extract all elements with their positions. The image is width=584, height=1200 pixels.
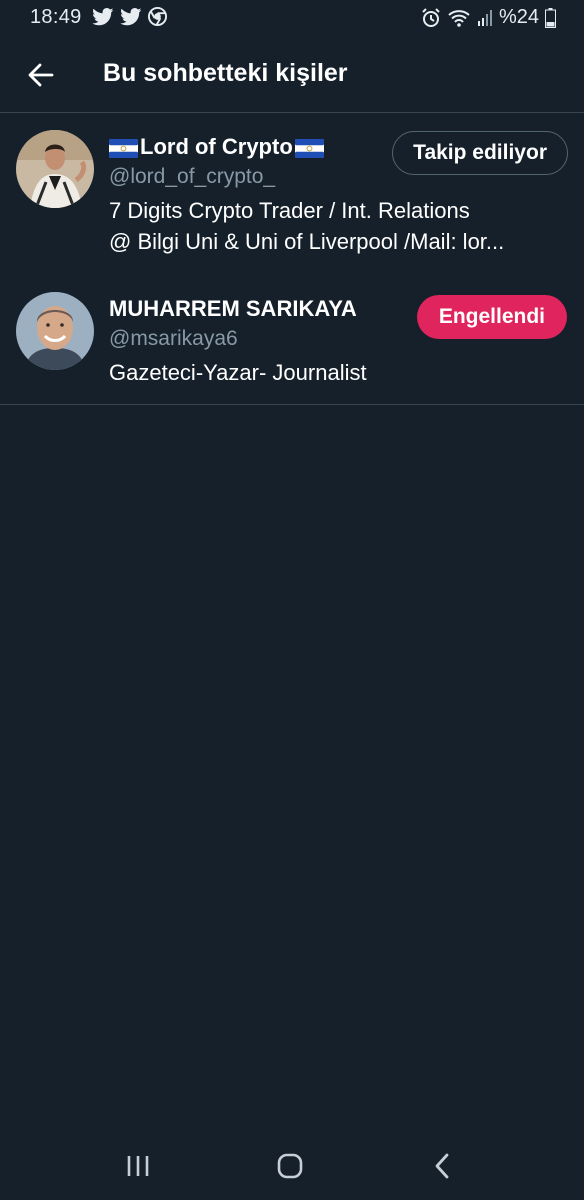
status-bar: 18:49 %24 bbox=[0, 0, 584, 36]
bio-line: 7 Digits Crypto Trader / Int. Relations bbox=[109, 198, 470, 223]
battery-icon bbox=[545, 7, 556, 28]
el-salvador-flag-icon bbox=[294, 138, 324, 158]
list-item[interactable]: Lord of Crypto @lord_of_crypto_ 7 Digits… bbox=[0, 113, 584, 275]
blocked-button[interactable]: Engellendi bbox=[416, 295, 567, 339]
signal-icon bbox=[477, 9, 493, 27]
avatar[interactable] bbox=[16, 130, 94, 208]
system-nav-bar bbox=[0, 1130, 584, 1200]
el-salvador-flag-icon bbox=[109, 138, 138, 158]
following-button[interactable]: Takip ediliyor bbox=[392, 131, 568, 175]
battery-percent: %24 bbox=[498, 6, 539, 28]
chrome-icon bbox=[148, 7, 167, 26]
screen: 18:49 %24 Bu sohbetteki kişiler Lord of … bbox=[0, 0, 584, 1200]
twitter-icon bbox=[92, 7, 114, 26]
user-bio: 7 Digits Crypto Trader / Int. Relations … bbox=[109, 195, 569, 257]
back-button[interactable] bbox=[22, 56, 60, 94]
wifi-icon bbox=[447, 8, 471, 28]
notification-icons bbox=[92, 7, 167, 26]
system-back-button[interactable] bbox=[422, 1148, 462, 1184]
twitter-icon bbox=[120, 7, 142, 26]
arrow-left-icon bbox=[28, 63, 54, 87]
top-app-bar: Bu sohbetteki kişiler bbox=[0, 40, 584, 112]
bio-line: @ Bilgi Uni & Uni of Liverpool /Mail: lo… bbox=[109, 229, 505, 254]
back-icon bbox=[435, 1153, 449, 1179]
system-status: %24 bbox=[421, 6, 556, 29]
alarm-icon bbox=[421, 7, 441, 28]
list-item[interactable]: MUHARREM SARIKAYA @msarikaya6 Gazeteci-Y… bbox=[0, 275, 584, 405]
home-icon bbox=[277, 1153, 303, 1179]
page-title: Bu sohbetteki kişiler bbox=[103, 59, 348, 87]
user-display-name[interactable]: MUHARREM SARIKAYA bbox=[109, 296, 357, 322]
user-name-text: Lord of Crypto bbox=[140, 134, 293, 159]
bio-line: Gazeteci-Yazar- Journalist bbox=[109, 360, 367, 385]
user-bio: Gazeteci-Yazar- Journalist bbox=[109, 357, 569, 388]
user-handle: @lord_of_crypto_ bbox=[109, 165, 276, 188]
status-time: 18:49 bbox=[30, 6, 82, 28]
user-handle: @msarikaya6 bbox=[109, 327, 238, 350]
user-display-name[interactable]: Lord of Crypto bbox=[109, 134, 324, 160]
avatar[interactable] bbox=[16, 292, 94, 370]
recent-apps-icon bbox=[127, 1156, 149, 1176]
home-button[interactable] bbox=[270, 1148, 310, 1184]
list-divider bbox=[0, 404, 584, 405]
recent-apps-button[interactable] bbox=[118, 1148, 158, 1184]
